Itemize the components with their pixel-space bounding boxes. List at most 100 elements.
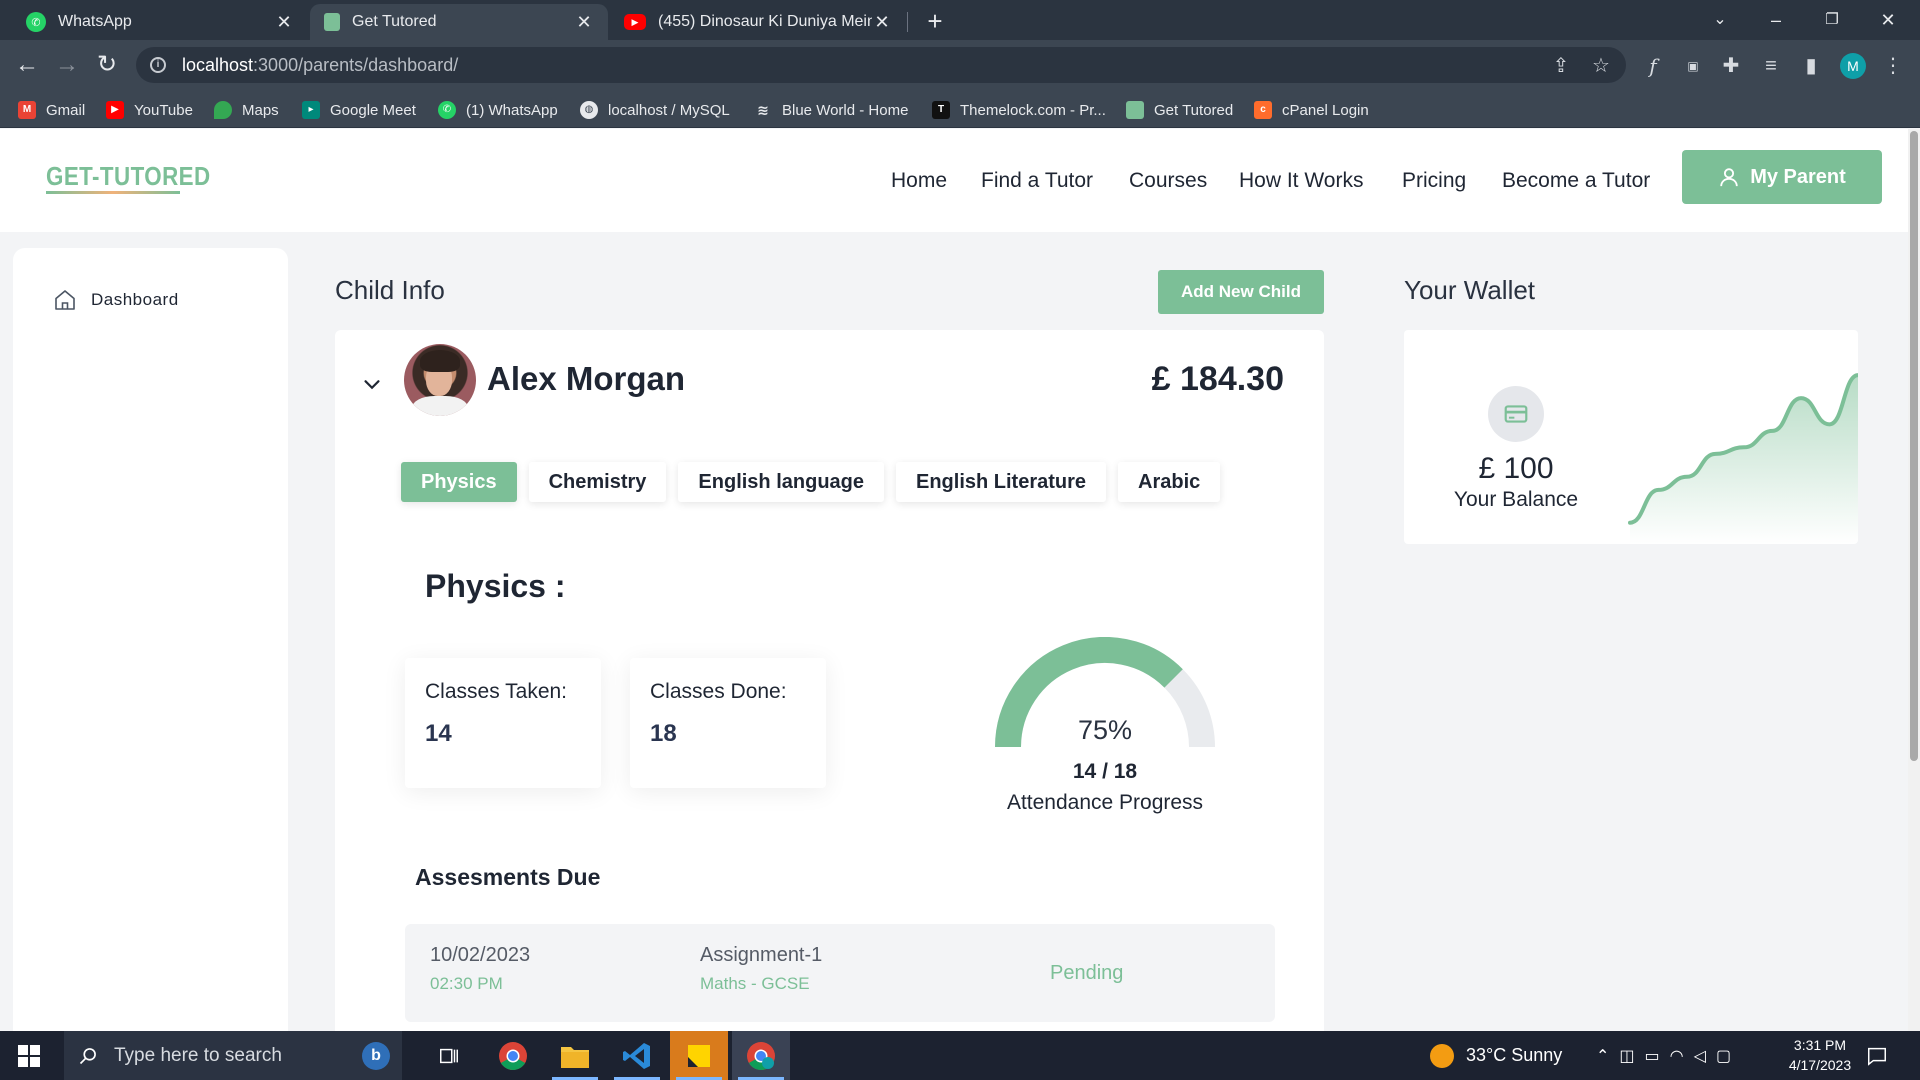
- notification-icon[interactable]: [1866, 1031, 1888, 1080]
- side-panel-icon[interactable]: ▮: [1798, 53, 1824, 79]
- tab-youtube[interactable]: ▶ (455) Dinosaur Ki Duniya Mein Ac ✕: [610, 4, 906, 40]
- task-view-icon[interactable]: [420, 1031, 478, 1080]
- bookmark-localhost-mysql[interactable]: ◍ localhost / MySQL: [580, 99, 730, 121]
- chevron-down-icon[interactable]: [361, 374, 383, 396]
- assessment-status: Pending: [1050, 962, 1124, 984]
- battery-icon[interactable]: ▭: [1645, 1046, 1670, 1066]
- font-extension-icon[interactable]: f: [1640, 53, 1666, 79]
- meet-icon: ▸: [302, 101, 320, 119]
- reload-button[interactable]: ↻: [92, 50, 122, 80]
- bookmark-star-icon[interactable]: ☆: [1588, 53, 1614, 79]
- address-bar[interactable]: i localhost:3000/parents/dashboard/: [136, 47, 1626, 83]
- nav-how-it-works[interactable]: How It Works: [1239, 169, 1363, 193]
- back-button[interactable]: ←: [12, 50, 42, 80]
- my-parent-button[interactable]: My Parent: [1682, 150, 1882, 204]
- subject-tab-arabic[interactable]: Arabic: [1118, 462, 1221, 502]
- site-info-icon[interactable]: i: [150, 57, 166, 73]
- close-icon[interactable]: ✕: [574, 12, 594, 33]
- profile-avatar[interactable]: M: [1840, 53, 1866, 79]
- child-name: Alex Morgan: [487, 360, 686, 397]
- extensions-puzzle-icon[interactable]: ✚: [1718, 53, 1744, 79]
- chrome-icon[interactable]: [484, 1031, 542, 1080]
- assessment-row[interactable]: 10/02/2023 02:30 PM Assignment-1 Maths -…: [405, 924, 1275, 1022]
- youtube-icon: ▶: [624, 14, 646, 30]
- wifi-icon[interactable]: ◠: [1670, 1046, 1694, 1066]
- vscode-icon[interactable]: [608, 1031, 666, 1080]
- new-extension-icon[interactable]: ▣: [1680, 53, 1706, 79]
- system-tray-icons[interactable]: ⌃ ◫ ▭ ◠ ◁ ▢: [1596, 1031, 1741, 1080]
- sidebar-item-dashboard[interactable]: Dashboard: [53, 288, 179, 312]
- tab-whatsapp[interactable]: ✆ WhatsApp ✕: [12, 4, 308, 40]
- credit-card-icon: [1488, 386, 1544, 442]
- meet-now-icon[interactable]: ◫: [1619, 1046, 1644, 1066]
- page-icon: [324, 13, 340, 31]
- tab-separator: [907, 12, 908, 32]
- wallet-trend-area: [1630, 375, 1858, 544]
- assessment-name: Assignment-1: [700, 944, 823, 966]
- tab-search-chevron-icon[interactable]: ⌄: [1692, 0, 1748, 40]
- url-host: localhost: [182, 54, 254, 75]
- globe-icon: ◍: [580, 101, 598, 119]
- minimize-button[interactable]: –: [1748, 0, 1804, 40]
- close-icon[interactable]: ✕: [274, 12, 294, 33]
- assessment-course: Maths - GCSE: [700, 974, 810, 993]
- bookmark-google-meet[interactable]: ▸ Google Meet: [302, 99, 416, 121]
- nav-courses[interactable]: Courses: [1129, 169, 1207, 193]
- taskbar-search[interactable]: Type here to search b: [64, 1031, 402, 1080]
- forward-button[interactable]: →: [52, 50, 82, 80]
- tab-get-tutored[interactable]: Get Tutored ✕: [310, 4, 608, 40]
- site-logo[interactable]: GET-TUTORED: [46, 161, 211, 192]
- scrollbar-thumb[interactable]: [1910, 131, 1918, 761]
- subject-tab-english-language[interactable]: English language: [678, 462, 884, 502]
- reading-list-icon[interactable]: ≡: [1758, 53, 1784, 79]
- nav-find-a-tutor[interactable]: Find a Tutor: [981, 169, 1093, 193]
- bookmark-gmail[interactable]: M Gmail: [18, 99, 85, 121]
- close-icon[interactable]: ✕: [872, 12, 892, 33]
- bookmark-label: Themelock.com - Pr...: [960, 101, 1106, 119]
- nav-become-a-tutor[interactable]: Become a Tutor: [1502, 169, 1650, 193]
- add-new-child-button[interactable]: Add New Child: [1158, 270, 1324, 314]
- layers-icon: ≋: [757, 102, 769, 118]
- search-placeholder: Type here to search: [114, 1044, 282, 1066]
- bookmark-label: Blue World - Home: [782, 101, 909, 119]
- url-path: :3000/parents/dashboard/: [253, 54, 459, 75]
- restore-button[interactable]: ❐: [1804, 0, 1860, 40]
- file-explorer-icon[interactable]: [546, 1031, 604, 1080]
- themelock-icon: T: [932, 101, 950, 119]
- bookmark-blue-world[interactable]: ≋ Blue World - Home: [754, 99, 908, 121]
- nav-home[interactable]: Home: [891, 169, 947, 193]
- subject-tabs: Physics Chemistry English language Engli…: [401, 462, 1232, 502]
- bookmark-get-tutored[interactable]: Get Tutored: [1126, 99, 1233, 121]
- system-clock[interactable]: 3:31 PM 4/17/2023: [1770, 1035, 1870, 1075]
- weather-widget[interactable]: 33°C Sunny: [1430, 1031, 1562, 1080]
- attendance-label: Attendance Progress: [1006, 791, 1204, 814]
- bookmark-maps[interactable]: Maps: [214, 99, 279, 121]
- subject-tab-physics[interactable]: Physics: [401, 462, 517, 502]
- subject-tab-chemistry[interactable]: Chemistry: [528, 462, 667, 502]
- subject-tab-english-literature[interactable]: English Literature: [896, 462, 1107, 502]
- bookmark-youtube[interactable]: ▶ YouTube: [106, 99, 193, 121]
- bookmark-themelock[interactable]: T Themelock.com - Pr...: [932, 99, 1106, 121]
- chevron-up-icon[interactable]: ⌃: [1596, 1046, 1619, 1066]
- child-info-title: Child Info: [335, 275, 445, 305]
- volume-icon[interactable]: ◁: [1694, 1046, 1716, 1066]
- bing-icon[interactable]: b: [362, 1042, 390, 1070]
- subject-heading: Physics :: [425, 568, 566, 604]
- tab-title: WhatsApp: [58, 13, 132, 30]
- sticky-notes-icon[interactable]: [670, 1031, 728, 1080]
- nav-pricing[interactable]: Pricing: [1402, 169, 1466, 193]
- display-icon[interactable]: ▢: [1716, 1046, 1741, 1066]
- more-menu-icon[interactable]: ⋮: [1880, 53, 1906, 79]
- bookmark-label: localhost / MySQL: [608, 101, 730, 119]
- new-tab-button[interactable]: +: [920, 6, 950, 36]
- whatsapp-icon: ✆: [26, 12, 46, 32]
- bookmark-whatsapp[interactable]: ✆ (1) WhatsApp: [438, 99, 558, 121]
- bookmark-cpanel[interactable]: c cPanel Login: [1254, 99, 1369, 121]
- windows-start-icon[interactable]: [18, 1045, 40, 1067]
- stat-value: 14: [425, 720, 452, 747]
- share-icon[interactable]: ⇪: [1548, 53, 1574, 79]
- chrome-profile-icon[interactable]: [732, 1031, 790, 1080]
- page-scrollbar[interactable]: [1908, 129, 1920, 1031]
- close-window-button[interactable]: ✕: [1860, 0, 1916, 40]
- wallet-amount: £ 100: [1478, 452, 1554, 485]
